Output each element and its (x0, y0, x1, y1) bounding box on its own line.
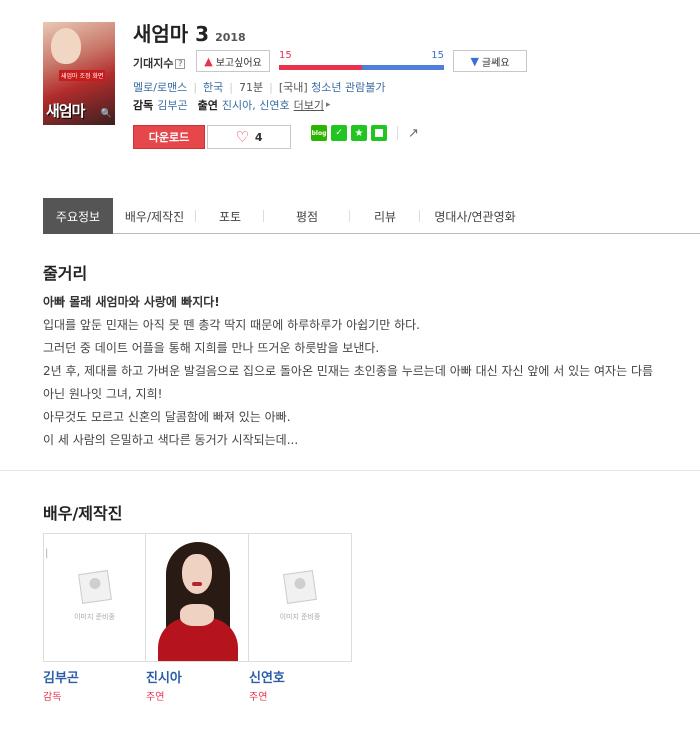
tab-label: 주요정보 (55, 209, 101, 224)
cast-list: 이미지 준비중 김부곤 감독 진시아 주연| 이미지 준비중 신연호 주연| (43, 533, 352, 703)
image-placeholder-icon (78, 570, 112, 604)
cast-role: 주연| (45, 548, 268, 703)
cast-card[interactable]: 이미지 준비중 김부곤 감독 (43, 533, 146, 703)
divider: | (269, 80, 273, 94)
cast-card[interactable]: 진시아 주연| (45, 533, 249, 703)
country-link[interactable]: 한국 (203, 79, 223, 95)
synopsis-line: 입대를 앞둔 민재는 아직 못 뗀 총각 딱지 때문에 하루하루가 아쉽기만 하… (43, 318, 420, 332)
heart-icon: ♡ (235, 127, 249, 146)
tab-label: 포토 (218, 209, 242, 224)
movie-poster[interactable]: 새엄마 조정 화면 새엄마 🔍 (43, 22, 115, 125)
tab-rating[interactable]: 평점 (264, 198, 350, 234)
tab-label: 배우/제작진 (124, 209, 185, 224)
cast-card[interactable]: 이미지 준비중 신연호 주연| (45, 533, 352, 703)
expectation-bar-track (279, 65, 444, 70)
rating-region: [국내] (278, 81, 308, 94)
download-button[interactable]: 다운로드 (133, 125, 205, 149)
heart-button[interactable]: ♡ 4 (207, 125, 291, 149)
synopsis-line: 그러던 중 데이트 어플을 통해 지희를 만나 뜨거운 하룻밤을 보낸다. (43, 341, 380, 355)
want-to-see-button[interactable]: ▲ 보고싶어요 (196, 50, 270, 72)
poster-title: 새엄마 (46, 102, 85, 120)
poster-figure (51, 28, 81, 64)
crew-row: 감독 김부곤 출연 진시아, 신연호 더보기 ▸ (133, 97, 331, 113)
director-link[interactable]: 김부곤 (157, 97, 187, 113)
placeholder-text: 이미지 준비중 (279, 613, 321, 621)
synopsis-heading: 줄거리 (43, 264, 88, 283)
tab-cast-crew[interactable]: 배우/제작진 (113, 198, 196, 234)
cast-name[interactable]: 진시아 (146, 667, 249, 686)
like-count: 15 (279, 50, 292, 61)
tab-label: 리뷰 (373, 209, 397, 224)
chevron-right-icon: ▸ (325, 100, 331, 110)
movie-meta: 멜로/로맨스 | 한국 | 71분 | [국내] 청소년 관람불가 (133, 79, 386, 95)
cast-label: 출연 (197, 99, 218, 112)
cast-heading: 배우/제작진 (43, 504, 123, 523)
cast-links[interactable]: 진시아, 신연호 (222, 97, 290, 113)
not-sure-button[interactable]: ▼ 글쎄요 (453, 50, 527, 72)
expectation-row: 기대지수? ▲ 보고싶어요 15 15 ▼ 글쎄요 (133, 50, 533, 74)
synopsis-line: 2년 후, 제대를 하고 가벼운 발걸음으로 집으로 돌아온 민재는 초인종을 … (43, 364, 654, 401)
movie-year: 2018 (215, 31, 246, 44)
cast-name[interactable]: 김부곤 (43, 667, 146, 686)
cast-role: 주연| (45, 548, 165, 703)
rating-link[interactable]: 청소년 관람불가 (311, 79, 385, 95)
title-row: 새엄마 3 2018 (133, 18, 246, 47)
divider (397, 126, 398, 140)
placeholder-text: 이미지 준비중 (74, 613, 115, 621)
genre-link[interactable]: 멜로/로맨스 (133, 79, 187, 95)
expectation-bar: 15 15 (279, 50, 444, 72)
director-label: 감독 (133, 99, 154, 112)
thumb-up-icon: ▲ (204, 54, 213, 68)
divider: | (229, 80, 233, 94)
favorite-share-icon[interactable]: ★ (351, 125, 367, 141)
share-bar: blog ✓ ★ ↗ (311, 125, 419, 141)
band-share-icon[interactable]: ✓ (331, 125, 347, 141)
synopsis-line: 아무것도 모르고 신혼의 달콤함에 빠져 있는 아빠. (43, 410, 291, 424)
image-placeholder-icon (283, 570, 317, 604)
magnify-icon[interactable]: 🔍 (101, 109, 112, 119)
synopsis-text: 아빠 몰래 새엄마와 사랑에 빠지다! 입대를 앞둔 민재는 아직 못 뗀 총각… (43, 291, 663, 452)
memo-share-icon[interactable] (371, 125, 387, 141)
like-fill (279, 65, 362, 70)
share-icon[interactable]: ↗ (408, 126, 419, 141)
more-link[interactable]: 더보기 (294, 97, 324, 113)
tab-label: 평점 (295, 209, 319, 224)
synopsis-line: 이 세 사람의 은밀하고 색다른 동거가 시작되는데... (43, 433, 299, 447)
help-icon[interactable]: ? (175, 59, 186, 69)
tab-main-info[interactable]: 주요정보 (43, 198, 113, 234)
tab-photo[interactable]: 포토 (196, 198, 264, 234)
heart-count: 4 (254, 130, 263, 144)
tab-quotes-related[interactable]: 명대사/연관영화 (420, 198, 530, 234)
dislike-count: 15 (431, 50, 444, 61)
cast-role: 감독 (43, 692, 62, 703)
section-divider (0, 470, 700, 471)
runtime: 71분 (239, 81, 264, 94)
poster-tagline: 새엄마 조정 화면 (59, 70, 106, 81)
movie-title: 새엄마 3 (133, 22, 210, 46)
synopsis-lead: 아빠 몰래 새엄마와 사랑에 빠지다! (43, 295, 220, 309)
dislike-fill (361, 65, 444, 70)
tab-label: 명대사/연관영화 (434, 209, 516, 224)
divider: | (193, 80, 198, 94)
tab-bar: 주요정보 배우/제작진 포토 평점 리뷰 명대사/연관영화 (43, 198, 700, 234)
tab-review[interactable]: 리뷰 (350, 198, 420, 234)
not-sure-label: 글쎄요 (481, 57, 510, 69)
cast-name[interactable]: 신연호 (249, 667, 352, 686)
thumb-down-icon: ▼ (470, 54, 479, 68)
blog-share-icon[interactable]: blog (311, 125, 327, 141)
want-to-see-label: 보고싶어요 (215, 57, 262, 69)
expectation-label: 기대지수? (133, 55, 186, 71)
